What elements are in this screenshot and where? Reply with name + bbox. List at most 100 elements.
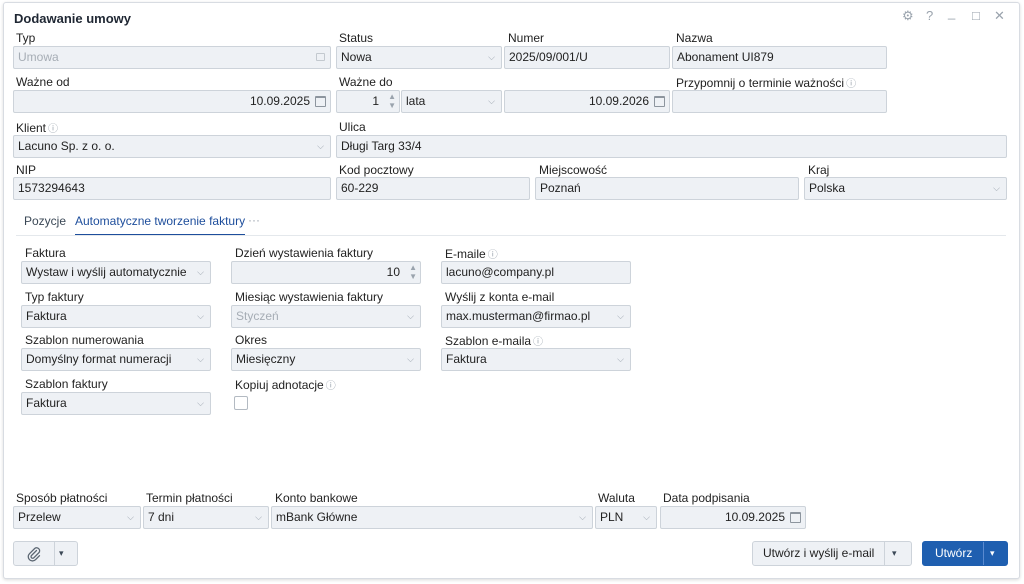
stepper-arrows-icon[interactable]: ▲ ▼ <box>388 92 396 110</box>
szablon-numerowania-select[interactable]: Domyślny format numeracji ⌵ <box>21 348 211 371</box>
wyslij-z-konta-label: Wyślij z konta e-mail <box>445 290 555 304</box>
nazwa-field[interactable]: Abonament UI879 <box>672 46 887 69</box>
attachment-menu-caret-icon[interactable]: ▾ <box>59 542 64 565</box>
klient-select[interactable]: Lacuno Sp. z o. o. ⌵ <box>13 135 331 158</box>
typ-faktury-label: Typ faktury <box>25 290 84 304</box>
konto-bankowe-label: Konto bankowe <box>275 491 358 505</box>
dialog-title: Dodawanie umowy <box>14 11 132 26</box>
waluta-value: PLN <box>600 510 624 524</box>
help-icon[interactable]: ? <box>926 8 933 23</box>
miesiac-wystawienia-value: Styczeń <box>236 309 279 323</box>
ulica-field[interactable]: Długi Targ 33/4 <box>336 135 1007 158</box>
button-separator <box>983 542 984 565</box>
szablon-faktury-value: Faktura <box>26 396 67 410</box>
chevron-down-icon: ⌵ <box>617 311 624 321</box>
emaile-field[interactable]: lacuno@company.pl <box>441 261 631 284</box>
nazwa-label: Nazwa <box>676 31 713 45</box>
miejscowosc-label: Miejscowość <box>539 163 608 177</box>
data-podpisania-field[interactable]: 10.09.2025 <box>660 506 806 529</box>
szablon-emaila-select[interactable]: Faktura ⌵ <box>441 348 631 371</box>
create-send-button-group: Utwórz i wyślij e-mail ▾ <box>752 541 912 566</box>
wazne-do-count-value: 1 <box>372 94 379 108</box>
sposob-platnosci-select[interactable]: Przelew ⌵ <box>13 506 141 529</box>
attachment-button-group: ▾ <box>13 541 78 566</box>
okres-value: Miesięczny <box>236 352 296 366</box>
wazne-od-field[interactable]: 10.09.2025 <box>13 90 331 113</box>
tab-automatyczne-tworzenie-faktury[interactable]: Automatyczne tworzenie faktury <box>75 214 246 236</box>
chevron-down-icon: ⌵ <box>255 512 262 522</box>
nip-field[interactable]: 1573294643 <box>13 177 331 200</box>
settings-icon[interactable]: ⚙ <box>902 8 914 24</box>
wazne-do-unit-select[interactable]: lata ⌵ <box>401 90 502 113</box>
kopiuj-adnotacje-label-text: Kopiuj adnotacje <box>235 378 324 392</box>
dzien-wystawienia-label: Dzień wystawienia faktury <box>235 246 374 260</box>
paperclip-icon[interactable] <box>21 545 46 562</box>
wazne-do-label: Ważne do <box>339 75 393 89</box>
status-select[interactable]: Nowa ⌵ <box>336 46 502 69</box>
szablon-faktury-label: Szablon faktury <box>25 377 108 391</box>
create-button[interactable]: Utwórz <box>935 542 972 565</box>
waluta-select[interactable]: PLN ⌵ <box>595 506 657 529</box>
faktura-select[interactable]: Wystaw i wyślij automatycznie ⌵ <box>21 261 211 284</box>
szablon-numerowania-value: Domyślny format numeracji <box>26 352 172 366</box>
miejscowosc-field[interactable]: Poznań <box>535 177 799 200</box>
maximize-icon[interactable]: □ <box>972 8 980 23</box>
numer-field[interactable]: 2025/09/001/U <box>504 46 670 69</box>
szablon-faktury-select[interactable]: Faktura ⌵ <box>21 392 211 415</box>
more-tabs-icon[interactable]: ··· <box>248 213 260 227</box>
calendar-icon[interactable] <box>790 512 801 523</box>
kod-field[interactable]: 60-229 <box>336 177 530 200</box>
info-icon: ⓘ <box>325 381 336 392</box>
stepper-arrows-icon[interactable]: ▲ ▼ <box>409 263 417 281</box>
calendar-icon[interactable] <box>654 96 665 107</box>
button-separator <box>884 542 885 565</box>
przypomnij-label: Przypomnij o terminie ważności ⓘ <box>676 75 856 90</box>
chevron-down-icon: ⌵ <box>127 512 134 522</box>
emaile-label-text: E-maile <box>445 247 486 261</box>
wazne-do-unit-value: lata <box>406 94 426 108</box>
konto-bankowe-select[interactable]: mBank Główne ⌵ <box>271 506 593 529</box>
minimize-icon[interactable]: _ <box>948 5 955 20</box>
chevron-down-icon: ⌵ <box>617 354 624 364</box>
wyslij-z-konta-select[interactable]: max.musterman@firmao.pl ⌵ <box>441 305 631 328</box>
termin-platnosci-select[interactable]: 7 dni ⌵ <box>143 506 269 529</box>
przypomnij-field[interactable] <box>672 90 887 113</box>
chevron-down-icon: ⌵ <box>993 183 1000 193</box>
wyslij-z-konta-value: max.musterman@firmao.pl <box>446 309 591 323</box>
dzien-wystawienia-stepper[interactable]: 10 ▲ ▼ <box>231 261 421 284</box>
wazne-do-count-stepper[interactable]: 1 ▲ ▼ <box>336 90 400 113</box>
chevron-down-icon: ⌵ <box>407 311 414 321</box>
faktura-label: Faktura <box>25 246 66 260</box>
ulica-label: Ulica <box>339 120 366 134</box>
create-and-send-email-button[interactable]: Utwórz i wyślij e-mail <box>763 542 874 565</box>
tab-pozycje[interactable]: Pozycje <box>24 214 66 228</box>
chevron-down-icon: ⌵ <box>317 141 324 151</box>
szablon-emaila-value: Faktura <box>446 352 487 366</box>
przypomnij-label-text: Przypomnij o terminie ważności <box>676 76 845 90</box>
wazne-do-date-field[interactable]: 10.09.2026 <box>504 90 670 113</box>
kopiuj-adnotacje-checkbox[interactable] <box>234 396 248 410</box>
create-send-menu-caret-icon[interactable]: ▾ <box>892 542 897 565</box>
typ-faktury-select[interactable]: Faktura ⌵ <box>21 305 211 328</box>
chevron-down-icon: ⌵ <box>197 398 204 408</box>
miesiac-wystawienia-label: Miesiąc wystawienia faktury <box>235 290 384 304</box>
okres-select[interactable]: Miesięczny ⌵ <box>231 348 421 371</box>
close-icon[interactable]: ✕ <box>994 8 1005 24</box>
wazne-od-label: Ważne od <box>16 75 70 89</box>
konto-bankowe-value: mBank Główne <box>276 510 358 524</box>
kraj-select[interactable]: Polska ⌵ <box>804 177 1007 200</box>
kopiuj-adnotacje-label: Kopiuj adnotacje ⓘ <box>235 377 336 392</box>
chevron-down-icon: ⌵ <box>197 354 204 364</box>
calendar-icon[interactable] <box>315 96 326 107</box>
info-icon: ⓘ <box>487 250 498 261</box>
info-icon: ⓘ <box>48 124 59 135</box>
create-menu-caret-icon[interactable]: ▾ <box>990 542 995 565</box>
dzien-wystawienia-value: 10 <box>386 265 400 279</box>
wazne-do-date-value: 10.09.2026 <box>588 94 649 108</box>
chevron-down-icon: ⌵ <box>488 52 495 62</box>
data-podpisania-label: Data podpisania <box>663 491 750 505</box>
status-value: Nowa <box>341 50 372 64</box>
chevron-down-icon: ⌵ <box>197 267 204 277</box>
kod-label: Kod pocztowy <box>339 163 414 177</box>
wazne-od-value: 10.09.2025 <box>249 94 310 108</box>
